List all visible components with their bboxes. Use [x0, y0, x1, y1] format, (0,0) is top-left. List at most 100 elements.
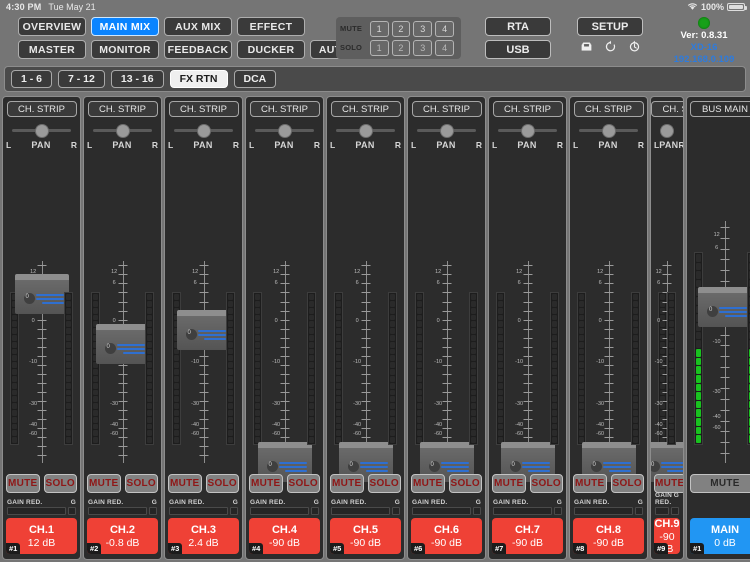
setup-button[interactable]: SETUP [577, 17, 643, 36]
pan-control[interactable]: L PAN R [165, 124, 242, 154]
scale-tick-label: 6 [517, 280, 521, 287]
pan-knob[interactable] [601, 124, 616, 138]
bank-7-12[interactable]: 7 - 12 [58, 70, 105, 88]
solo-button[interactable]: SOLO [610, 474, 644, 493]
mute-group-4[interactable]: 4 [435, 20, 454, 37]
bank-13-16[interactable]: 13 - 16 [110, 70, 164, 88]
ch-strip-button[interactable]: CH. STRIP [411, 101, 482, 117]
solo-button[interactable]: SOLO [124, 474, 158, 493]
bus-mute-button[interactable]: MUTE [690, 474, 750, 493]
scale-tick-label: 6 [355, 280, 359, 287]
channel-name-box[interactable]: CH.8 -90 dB #8 [573, 518, 644, 554]
bank-dca[interactable]: DCA [233, 70, 277, 88]
pan-right-label: R [151, 140, 158, 150]
mute-group-2[interactable]: 2 [391, 20, 411, 37]
ch-strip-button[interactable]: CH. STRIP [6, 101, 77, 117]
bus-main-header[interactable]: BUS MAIN [690, 101, 750, 117]
mute-group-3[interactable]: 3 [413, 20, 433, 37]
bus-name-box[interactable]: MAIN 0 dB #1 [690, 518, 750, 554]
tab-main-mix[interactable]: MAIN MIX [91, 17, 159, 36]
channel-name-box[interactable]: CH.1 12 dB #1 [6, 518, 77, 554]
mute-button[interactable]: MUTE [87, 474, 121, 493]
tab-ducker[interactable]: DUCKER [237, 40, 305, 59]
mute-button[interactable]: MUTE [411, 474, 445, 493]
ch-strip-button[interactable]: CH. STRIP [168, 101, 239, 117]
device-name[interactable]: XD-16 [660, 42, 748, 53]
bank-fx-rtn[interactable]: FX RTN [169, 70, 228, 88]
channel-fader[interactable]: 0 [698, 287, 750, 327]
mute-button[interactable]: MUTE [492, 474, 526, 493]
tab-overview[interactable]: OVERVIEW [18, 17, 86, 36]
undo-icon[interactable] [604, 40, 617, 53]
mute-button[interactable]: MUTE [249, 474, 283, 493]
ch-strip-button[interactable]: CH. STRIP [651, 101, 683, 117]
ch-strip-button[interactable]: CH. STRIP [492, 101, 563, 117]
pan-control[interactable]: L PAN R [489, 124, 566, 154]
solo-button[interactable]: SOLO [286, 474, 320, 493]
mute-button[interactable]: MUTE [168, 474, 202, 493]
ch-strip-button[interactable]: CH. STRIP [87, 101, 158, 117]
solo-button[interactable]: SOLO [448, 474, 482, 493]
pan-control[interactable]: L PAN R [408, 124, 485, 154]
pan-left-label: L [168, 140, 174, 150]
device-ip[interactable]: 192.168.0.109 [660, 54, 748, 65]
tab-master[interactable]: MASTER [18, 40, 86, 59]
scale-tick-label: 12 [655, 268, 662, 275]
solo-button[interactable]: SOLO [43, 474, 77, 493]
usb-button[interactable]: USB [485, 40, 551, 59]
solo-button[interactable]: SOLO [367, 474, 401, 493]
pan-knob[interactable] [358, 124, 373, 138]
ch-strip-button[interactable]: CH. STRIP [573, 101, 644, 117]
gain-reduction: GAIN RED. G [7, 499, 76, 515]
channel-name-box[interactable]: CH.9-90 dB#9 [654, 518, 680, 554]
mute-button[interactable]: MUTE [6, 474, 40, 493]
channel-fader[interactable]: 0 [14, 273, 69, 314]
mute-solo-bar: MUTESOLO [573, 474, 644, 493]
channel-fader[interactable]: 0 [95, 324, 150, 365]
channel-name-box[interactable]: CH.5 -90 dB #5 [330, 518, 401, 554]
tab-monitor[interactable]: MONITOR [91, 40, 159, 59]
pan-knob[interactable] [660, 124, 674, 138]
mute-group-1[interactable]: 1 [369, 20, 389, 37]
gate-indicator [230, 507, 238, 515]
pan-control[interactable]: L PAN R [3, 124, 80, 154]
solo-group-4[interactable]: 4 [435, 39, 454, 56]
pan-control[interactable]: L PAN R [327, 124, 404, 154]
fader-zone: 1260-10-30-40-600 [165, 257, 242, 467]
pan-control[interactable]: L PAN R [84, 124, 161, 154]
solo-button[interactable]: SOLO [529, 474, 563, 493]
channel-name-box[interactable]: CH.4 -90 dB #4 [249, 518, 320, 554]
tab-effect[interactable]: EFFECT [237, 17, 305, 36]
mute-button[interactable]: MUTE [573, 474, 607, 493]
pan-knob[interactable] [115, 124, 130, 138]
tab-feedback[interactable]: FEEDBACK [164, 40, 232, 59]
pan-control[interactable]: L PAN R [570, 124, 647, 154]
solo-button[interactable]: SOLO [205, 474, 239, 493]
inbox-icon[interactable] [580, 40, 593, 53]
bank-1-6[interactable]: 1 - 6 [11, 70, 53, 88]
rta-button[interactable]: RTA [485, 17, 551, 36]
ch-strip-button[interactable]: CH. STRIP [330, 101, 401, 117]
pan-control[interactable]: L PAN R [246, 124, 323, 154]
mute-button[interactable]: MUTE [330, 474, 364, 493]
pan-knob[interactable] [277, 124, 292, 138]
gain-reduction-meter [88, 507, 147, 515]
channel-fader[interactable]: 0 [176, 309, 231, 350]
pan-knob[interactable] [439, 124, 454, 138]
scale-tick-label: -40 [654, 422, 663, 428]
mute-button[interactable]: MUTE [654, 474, 683, 493]
channel-name-box[interactable]: CH.6 -90 dB #6 [411, 518, 482, 554]
pan-control[interactable]: L PAN R [651, 124, 683, 154]
solo-group-1[interactable]: 1 [369, 39, 389, 56]
channel-name-box[interactable]: CH.7 -90 dB #7 [492, 518, 563, 554]
solo-group-3[interactable]: 3 [413, 39, 433, 56]
history-icon[interactable] [628, 40, 641, 53]
ch-strip-button[interactable]: CH. STRIP [249, 101, 320, 117]
pan-knob[interactable] [196, 124, 211, 138]
pan-knob[interactable] [520, 124, 535, 138]
channel-name-box[interactable]: CH.2 -0.8 dB #2 [87, 518, 158, 554]
pan-knob[interactable] [34, 124, 49, 138]
solo-group-2[interactable]: 2 [391, 39, 411, 56]
channel-name-box[interactable]: CH.3 2.4 dB #3 [168, 518, 239, 554]
tab-aux-mix[interactable]: AUX MIX [164, 17, 232, 36]
